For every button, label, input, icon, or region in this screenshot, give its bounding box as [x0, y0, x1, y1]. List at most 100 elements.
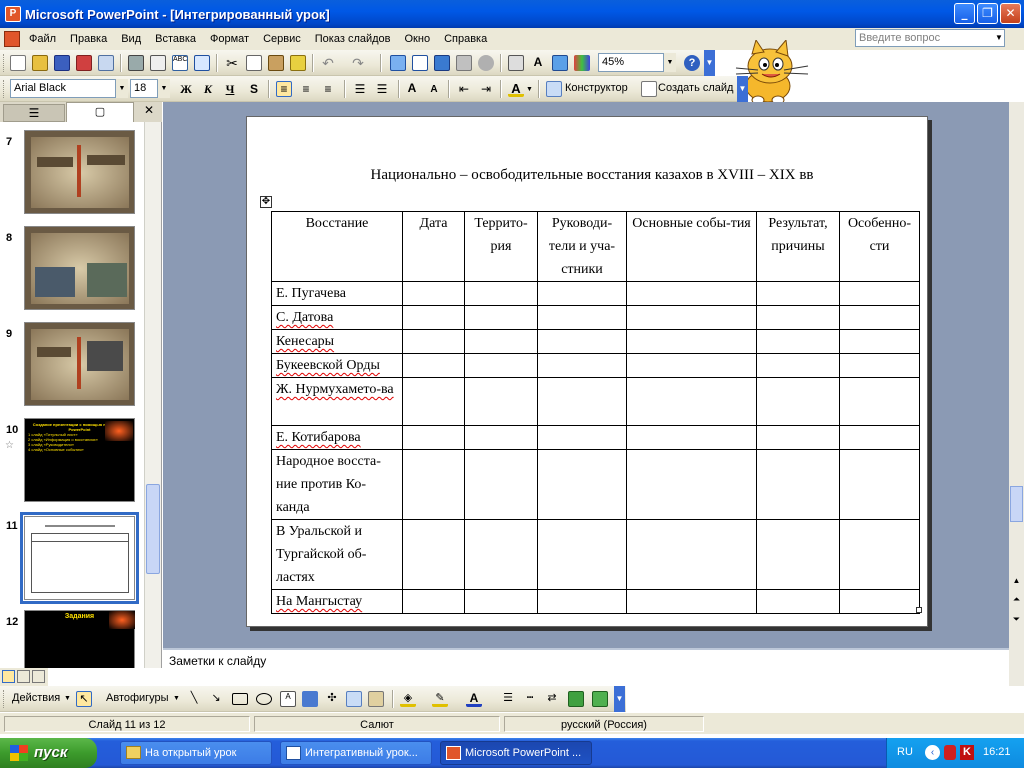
toolbar-grip[interactable] — [3, 80, 6, 98]
menu-slideshow[interactable]: Показ слайдов — [308, 33, 398, 45]
textbox-icon[interactable]: A — [280, 691, 296, 707]
bluetooth-icon[interactable] — [944, 745, 956, 760]
menu-tools[interactable]: Сервис — [256, 33, 308, 45]
fill-color-icon[interactable]: ◈ — [400, 691, 416, 707]
font-select[interactable]: Arial Black — [10, 79, 116, 98]
shadow-style-icon[interactable] — [568, 691, 584, 707]
font-color-icon[interactable]: A — [508, 81, 524, 97]
insert-table-icon[interactable] — [412, 55, 428, 71]
uprising-name[interactable]: С. Датова — [271, 305, 403, 330]
format-painter-icon[interactable] — [290, 55, 306, 71]
numbering-icon[interactable]: ☰ — [352, 81, 368, 97]
expand-all-icon[interactable] — [478, 55, 494, 71]
copy-icon[interactable] — [246, 55, 262, 71]
bold-button[interactable]: Ж — [176, 80, 196, 98]
toolbar-options-chevron-icon[interactable]: ▼ — [614, 686, 625, 712]
slide-canvas[interactable]: Национально – освободительные восстания … — [246, 116, 928, 627]
toolbar-options-chevron-icon[interactable]: ▼ — [737, 76, 748, 102]
font-color-icon[interactable]: A — [466, 691, 482, 707]
line-style-icon[interactable]: ☰ — [500, 691, 516, 707]
table-move-handle-icon[interactable]: ✥ — [260, 196, 272, 208]
menu-window[interactable]: Окно — [398, 33, 438, 45]
autoshapes-menu[interactable]: Автофигуры — [106, 692, 169, 704]
new-document-icon[interactable] — [10, 55, 26, 71]
open-folder-icon[interactable] — [32, 55, 48, 71]
uprising-name[interactable]: Букеевской Орды — [271, 353, 403, 378]
toolbar-grip[interactable] — [3, 690, 6, 708]
tray-expand-icon[interactable]: ‹ — [925, 745, 940, 760]
spelling-icon[interactable]: ABC — [172, 55, 188, 71]
restore-button[interactable]: ❐ — [977, 3, 998, 24]
chevron-down-icon[interactable]: ▼ — [158, 79, 170, 98]
chevron-down-icon[interactable]: ▼ — [64, 695, 71, 702]
insert-chart-icon[interactable] — [390, 55, 406, 71]
print-preview-icon[interactable] — [150, 55, 166, 71]
slide-title[interactable]: Национально – освободительные восстания … — [367, 167, 817, 184]
increase-font-size-icon[interactable]: A — [404, 81, 420, 97]
save-icon[interactable] — [54, 55, 70, 71]
uprising-name[interactable]: Народное восста-ние против Ко-канда — [271, 449, 403, 520]
slide-thumbnail-12[interactable]: Задания — [24, 610, 135, 668]
menu-format[interactable]: Формат — [203, 33, 256, 45]
uprising-name[interactable]: На Мангыстау — [271, 589, 403, 614]
email-icon[interactable] — [98, 55, 114, 71]
clipart-icon[interactable] — [346, 691, 362, 707]
select-arrow-icon[interactable]: ↖ — [76, 691, 92, 707]
actions-menu[interactable]: Действия — [12, 692, 60, 704]
taskbar-item-folder[interactable]: На открытый урок — [120, 741, 272, 765]
show-grid-icon[interactable] — [552, 55, 568, 71]
decrease-font-size-icon[interactable]: A — [426, 81, 442, 97]
wordart-icon[interactable] — [302, 691, 318, 707]
normal-view-icon[interactable] — [2, 670, 15, 683]
title-bar[interactable]: P Microsoft PowerPoint - [Интегрированны… — [0, 0, 1024, 28]
start-button[interactable]: пуск — [0, 738, 97, 768]
taskbar-item-word[interactable]: Интегративный урок... — [280, 741, 432, 765]
thumbnail-scrollbar[interactable] — [144, 122, 161, 668]
shadow-button[interactable]: S — [244, 80, 264, 98]
chevron-down-icon[interactable]: ▼ — [116, 79, 128, 98]
underline-button[interactable]: Ч — [220, 80, 240, 98]
print-icon[interactable] — [128, 55, 144, 71]
slide-sorter-view-icon[interactable] — [17, 670, 30, 683]
show-formatting-icon[interactable] — [508, 55, 524, 71]
slide-thumbnail-11[interactable] — [24, 516, 135, 600]
clock[interactable]: 16:21 — [983, 746, 1011, 758]
3d-style-icon[interactable] — [592, 691, 608, 707]
resize-handle-icon[interactable] — [916, 607, 922, 613]
bullets-icon[interactable]: ☰ — [374, 81, 390, 97]
slide-thumbnail-10[interactable]: Создание презентации с помощью программы… — [24, 418, 135, 502]
antivirus-icon[interactable]: K — [960, 745, 974, 760]
decrease-indent-icon[interactable]: ⇤ — [456, 81, 472, 97]
oval-icon[interactable] — [256, 693, 272, 705]
picture-icon[interactable] — [368, 691, 384, 707]
help-question-input[interactable]: Введите вопрос — [855, 29, 1005, 47]
uprising-name[interactable]: Ж. Нурмухамето-ва — [271, 377, 403, 426]
toolbar-options-chevron-icon[interactable]: ▼ — [704, 50, 715, 76]
document-icon[interactable] — [4, 31, 20, 47]
taskbar-item-powerpoint[interactable]: Microsoft PowerPoint ... — [440, 741, 592, 765]
close-panel-icon[interactable]: ✕ — [142, 103, 156, 117]
menu-view[interactable]: Вид — [114, 33, 148, 45]
scrollbar-thumb[interactable] — [146, 484, 160, 574]
font-size-select[interactable]: 18 — [130, 79, 158, 98]
next-slide-icon[interactable]: ⏷ — [1010, 614, 1023, 630]
chevron-down-icon[interactable]: ▼ — [664, 53, 676, 72]
tables-borders-icon[interactable] — [434, 55, 450, 71]
align-left-icon[interactable]: ≡ — [276, 81, 292, 97]
increase-indent-icon[interactable]: ⇥ — [478, 81, 494, 97]
outline-tab-icon[interactable]: ☰ — [3, 104, 65, 122]
scrollbar-thumb[interactable] — [1010, 486, 1023, 522]
align-right-icon[interactable]: ≡ — [320, 81, 336, 97]
color-grayscale-icon[interactable] — [574, 55, 590, 71]
powerpoint-app-icon[interactable]: P — [5, 6, 21, 22]
paste-icon[interactable] — [268, 55, 284, 71]
align-center-icon[interactable]: ≡ — [298, 81, 314, 97]
slide-scrollbar[interactable]: ▲ ⏶ ⏷ — [1009, 102, 1024, 648]
uprising-name[interactable]: Е. Пугачева — [271, 281, 403, 306]
uprising-name[interactable]: Кенесары — [271, 329, 403, 354]
previous-slide-icon[interactable]: ⏶ — [1010, 594, 1023, 610]
notes-pane[interactable]: Заметки к слайду — [163, 648, 1009, 686]
diagram-icon[interactable]: ✣ — [324, 691, 340, 707]
zoom-select[interactable]: 45% — [598, 53, 664, 72]
redo-icon[interactable]: ↷ — [350, 55, 366, 71]
